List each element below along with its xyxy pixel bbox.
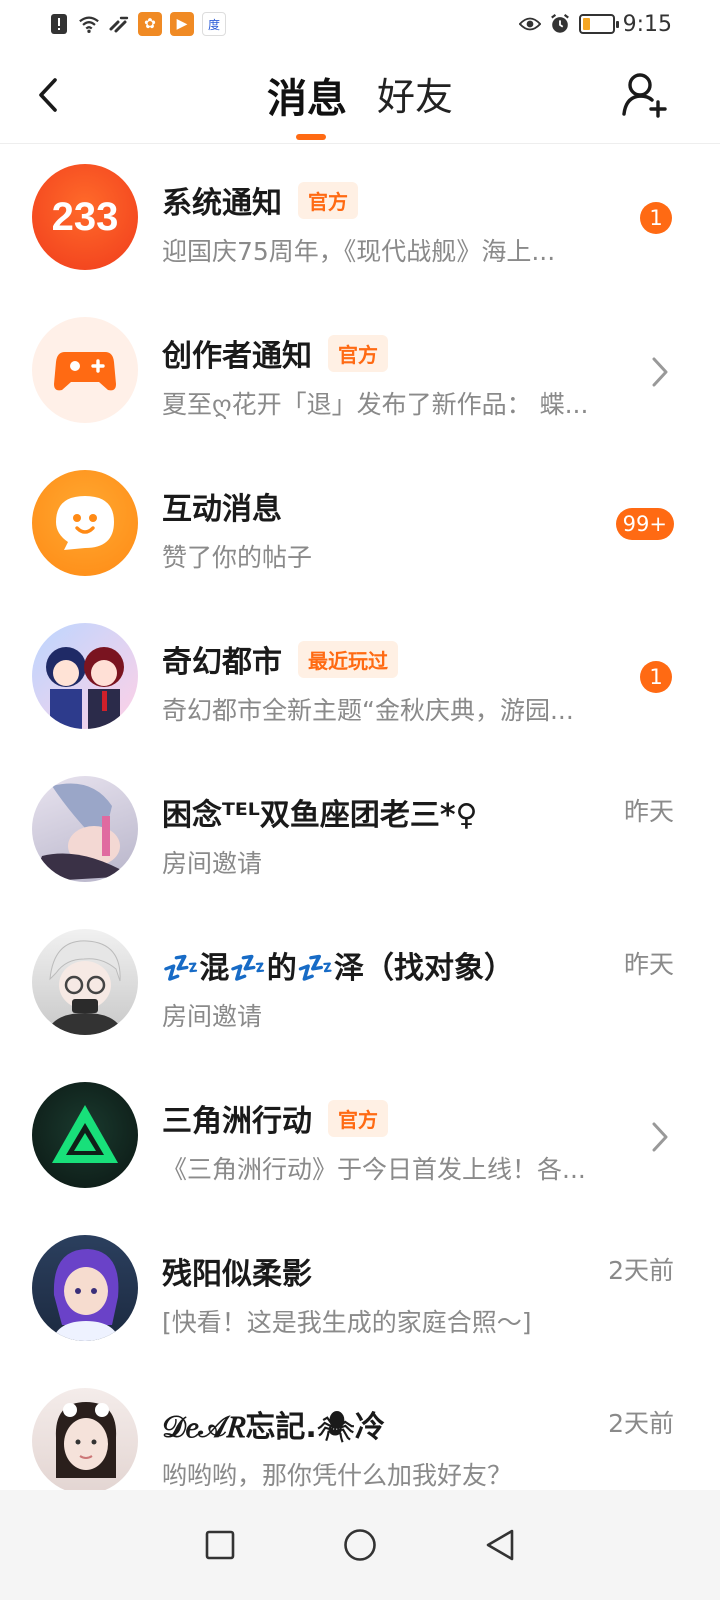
unread-badge: 1 <box>640 661 672 693</box>
add-friend-button[interactable] <box>620 70 670 120</box>
list-item-creator-notice[interactable]: 创作者通知 官方 夏至ღ花开「退」发布了新作品： 蝶... <box>0 297 720 450</box>
delta-logo-icon <box>52 1105 118 1163</box>
avatar-creator <box>32 317 138 423</box>
recents-icon <box>205 1530 235 1560</box>
message-preview: 夏至ღ花开「退」发布了新作品： 蝶... <box>162 390 589 419</box>
signal-off-icon <box>108 13 130 35</box>
recents-button[interactable] <box>198 1523 242 1567</box>
list-item-delta-force[interactable]: 三角洲行动 官方 《三角洲行动》于今日首发上线！各... <box>0 1062 720 1215</box>
avatar-delta-force <box>32 1082 138 1188</box>
unread-badge: 99+ <box>615 508 674 540</box>
name-line: 奇幻都市 最近玩过 <box>162 637 398 681</box>
purple-hair-girl-image <box>52 1249 120 1341</box>
recent-played-tag: 最近玩过 <box>298 640 398 678</box>
header: 消息 好友 <box>0 48 720 144</box>
message-time: 2天前 <box>608 1409 674 1438</box>
white-hair-boy-image <box>46 940 124 1035</box>
avatar-interactions <box>32 470 138 576</box>
list-item-system-notice[interactable]: 233 系统通知 官方 迎国庆75周年，《现代战舰》海上... 1 <box>0 144 720 297</box>
eye-icon <box>518 13 541 35</box>
conversation-name: 奇幻都市 <box>162 645 282 680</box>
list-item-interactions[interactable]: 互动消息 赞了你的帖子 99+ <box>0 450 720 603</box>
chevron-right-icon <box>652 357 668 387</box>
message-time: 昨天 <box>623 950 674 979</box>
message-preview: 《三角洲行动》于今日首发上线！各... <box>162 1155 586 1184</box>
conversation-list: 233 系统通知 官方 迎国庆75周年，《现代战舰》海上... 1 创作者通知 … <box>0 144 720 1521</box>
battery-icon <box>578 14 619 34</box>
active-tab-indicator <box>296 134 326 140</box>
unread-badge: 1 <box>640 202 672 234</box>
name-line: 残阳似柔影 <box>162 1249 312 1293</box>
name-line: 系统通知 官方 <box>162 178 358 222</box>
avatar <box>32 1388 138 1494</box>
message-preview: 房间邀请 <box>162 1002 263 1031</box>
avatar <box>32 1235 138 1341</box>
message-preview: 哟哟哟，那你凭什么加我好友？ <box>162 1461 513 1490</box>
tab-friends[interactable]: 好友 <box>375 66 455 124</box>
official-tag: 官方 <box>328 1099 388 1137</box>
avatar <box>32 929 138 1035</box>
message-preview: 房间邀请 <box>162 849 263 878</box>
conversation-name: 互动消息 <box>162 492 282 527</box>
home-icon <box>344 1529 376 1561</box>
avatar-233-logo: 233 <box>32 164 138 270</box>
home-button[interactable] <box>338 1523 382 1567</box>
message-preview: 迎国庆75周年，《现代战舰》海上... <box>162 237 556 266</box>
message-preview: 奇幻都市全新主题“金秋庆典，游园... <box>162 696 574 725</box>
wifi-icon <box>78 13 100 35</box>
gamepad-icon <box>54 352 116 391</box>
name-line: 𝒟𝑒𝒜𝑅忘記.🕷冷 <box>162 1402 385 1446</box>
system-back-button[interactable] <box>478 1523 522 1567</box>
photo-girl-image <box>55 1402 117 1478</box>
conversation-name: 困念ᵀᴱᴸ双鱼座团老三*♀ <box>162 798 478 833</box>
message-preview: 赞了你的帖子 <box>162 543 313 572</box>
name-line: 💤混💤的💤泽（找对象） <box>162 943 514 987</box>
status-left: ✿ ▶ 度 <box>48 12 226 36</box>
status-right: 9:15 <box>518 11 672 37</box>
clock-time: 9:15 <box>622 11 672 37</box>
name-line: 困念ᵀᴱᴸ双鱼座团老三*♀ <box>162 790 478 834</box>
message-time: 昨天 <box>623 797 674 826</box>
name-line: 三角洲行动 官方 <box>162 1096 388 1140</box>
conversation-name: 创作者通知 <box>162 339 312 374</box>
anime-characters-image <box>46 647 124 729</box>
conversation-name: 𝒟𝑒𝒜𝑅忘記.🕷冷 <box>162 1410 385 1445</box>
name-line: 创作者通知 官方 <box>162 331 388 375</box>
list-item-user-hunze[interactable]: 💤混💤的💤泽（找对象） 房间邀请 昨天 <box>0 909 720 1062</box>
anime-girl-image <box>32 783 132 882</box>
status-bar: ✿ ▶ 度 9:15 <box>0 0 720 48</box>
back-triangle-icon <box>486 1529 514 1561</box>
alert-icon <box>48 13 70 35</box>
app-icon-1: ✿ <box>138 12 162 36</box>
alarm-icon <box>549 13 571 35</box>
official-tag: 官方 <box>298 181 358 219</box>
logo-233-icon: 233 <box>52 195 119 239</box>
conversation-name: 系统通知 <box>162 186 282 221</box>
tab-bar: 消息 好友 <box>0 66 720 124</box>
system-nav-bar <box>0 1490 720 1600</box>
avatar <box>32 776 138 882</box>
conversation-name: 💤混💤的💤泽（找对象） <box>162 951 515 986</box>
svg-text:233: 233 <box>52 195 119 239</box>
baidu-icon: 度 <box>202 12 226 36</box>
tab-messages[interactable]: 消息 <box>265 66 349 124</box>
message-preview: [快看！这是我生成的家庭合照～] <box>162 1308 532 1337</box>
message-time: 2天前 <box>608 1256 674 1285</box>
conversation-name: 三角洲行动 <box>162 1104 312 1139</box>
list-item-user-kunnian[interactable]: 困念ᵀᴱᴸ双鱼座团老三*♀ 房间邀请 昨天 <box>0 756 720 909</box>
conversation-name: 残阳似柔影 <box>162 1257 312 1292</box>
chat-smile-icon <box>56 496 114 550</box>
app-icon-2: ▶ <box>170 12 194 36</box>
name-line: 互动消息 <box>162 484 282 528</box>
avatar-fantasy-city <box>32 623 138 729</box>
official-tag: 官方 <box>328 334 388 372</box>
list-item-fantasy-city[interactable]: 奇幻都市 最近玩过 奇幻都市全新主题“金秋庆典，游园... 1 <box>0 603 720 756</box>
add-user-icon <box>622 73 667 118</box>
list-item-user-canyang[interactable]: 残阳似柔影 [快看！这是我生成的家庭合照～] 2天前 <box>0 1215 720 1368</box>
chevron-right-icon <box>652 1122 668 1152</box>
